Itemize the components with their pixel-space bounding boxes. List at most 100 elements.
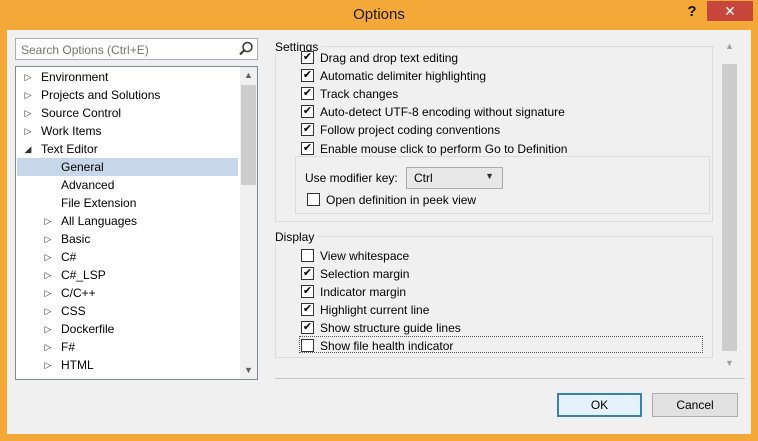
- checkbox-label: Auto-detect UTF-8 encoding without signa…: [320, 105, 565, 119]
- tree-item[interactable]: ▷ C#_LSP: [17, 266, 238, 284]
- tree-item-label: Dockerfile: [61, 322, 115, 336]
- tree-item[interactable]: ▷ F#: [17, 338, 238, 356]
- chevron-up-icon[interactable]: ▲: [721, 38, 738, 55]
- peek-view-checkbox[interactable]: [307, 193, 320, 206]
- tree-item-label: F#: [61, 340, 76, 354]
- checkbox-label: View whitespace: [320, 249, 410, 263]
- cancel-button[interactable]: Cancel: [652, 393, 738, 417]
- tree-item[interactable]: File Extension: [17, 194, 238, 212]
- checkbox-checked[interactable]: ✔: [301, 105, 314, 118]
- close-button[interactable]: ✕: [707, 1, 753, 21]
- chevron-expanded-icon[interactable]: ◢: [23, 140, 33, 158]
- checkbox-label: Indicator margin: [320, 285, 407, 299]
- chevron-down-icon[interactable]: ▼: [240, 362, 257, 379]
- dialog-client: ▷ Environment ▷ Projects and Solutions ▷ Sour…: [7, 30, 751, 434]
- help-button[interactable]: ?: [684, 3, 700, 23]
- checkbox-label: Selection margin: [320, 267, 410, 281]
- chevron-right-icon[interactable]: ▷: [43, 338, 53, 356]
- checkbox-checked[interactable]: ✔: [301, 285, 314, 298]
- chevron-right-icon[interactable]: ▷: [23, 122, 33, 140]
- search-icon[interactable]: [237, 40, 255, 58]
- search-box[interactable]: [15, 38, 258, 60]
- checkbox-checked[interactable]: ✔: [301, 267, 314, 280]
- tree-item[interactable]: ▷ Environment: [17, 68, 238, 86]
- chevron-down-icon: ▼: [485, 171, 494, 181]
- tree-item[interactable]: ▷ CSS: [17, 302, 238, 320]
- tree-item-label: Text Editor: [41, 142, 98, 156]
- checkbox-label: Automatic delimiter highlighting: [320, 69, 487, 83]
- checkbox-checked[interactable]: ✔: [301, 123, 314, 136]
- window-title: Options: [353, 6, 405, 23]
- checkbox-checked[interactable]: ✔: [301, 69, 314, 82]
- settings-pane: Settings ✔ Drag and drop text editing ✔ Aut…: [275, 38, 745, 380]
- tree-item[interactable]: ▷ C/C++: [17, 284, 238, 302]
- modifier-key-label: Use modifier key:: [305, 171, 398, 185]
- tree-item-label: HTML: [61, 358, 94, 372]
- tree-item-label: All Languages: [61, 214, 138, 228]
- chevron-right-icon[interactable]: ▷: [43, 248, 53, 266]
- peek-view-label: Open definition in peek view: [326, 193, 477, 207]
- chevron-right-icon[interactable]: ▷: [43, 212, 53, 230]
- display-group-title: Display: [275, 230, 318, 244]
- tree-item-label: CSS: [61, 304, 86, 318]
- checkbox-label: Follow project coding conventions: [320, 123, 501, 137]
- tree-item[interactable]: ▷ C#: [17, 248, 238, 266]
- ok-button[interactable]: OK: [557, 393, 642, 417]
- tree-item-label: Source Control: [41, 106, 122, 120]
- checkbox-checked[interactable]: ✔: [301, 142, 314, 155]
- checkbox-label: Highlight current line: [320, 303, 430, 317]
- chevron-right-icon[interactable]: ▷: [43, 320, 53, 338]
- tree-item[interactable]: ▷ HTML: [17, 356, 238, 374]
- checkbox-checked[interactable]: ✔: [301, 51, 314, 64]
- tree-scrollbar[interactable]: ▲ ▼: [240, 67, 257, 379]
- title-bar[interactable]: Options ? ✕: [0, 0, 758, 30]
- tree-item-label: File Extension: [61, 196, 137, 210]
- chevron-right-icon[interactable]: ▷: [43, 284, 53, 302]
- chevron-right-icon[interactable]: ▷: [43, 266, 53, 284]
- tree-item[interactable]: Advanced: [17, 176, 238, 194]
- tree-item[interactable]: ▷ Source Control: [17, 104, 238, 122]
- tree-item[interactable]: General: [17, 158, 238, 176]
- tree-item-label: General: [61, 160, 104, 174]
- tree-scroll-thumb[interactable]: [241, 85, 256, 185]
- tree-item[interactable]: ▷ Dockerfile: [17, 320, 238, 338]
- tree-item[interactable]: ▷ All Languages: [17, 212, 238, 230]
- settings-scrollbar[interactable]: ▲ ▼: [721, 38, 738, 372]
- tree-item[interactable]: ▷ Work Items: [17, 122, 238, 140]
- options-tree[interactable]: ▷ Environment ▷ Projects and Solutions ▷ Sour…: [15, 66, 258, 380]
- checkbox-unchecked[interactable]: [301, 249, 314, 262]
- settings-scroll-thumb[interactable]: [722, 64, 737, 351]
- settings-group-title: Settings: [275, 40, 322, 54]
- tree-item-label: Projects and Solutions: [41, 88, 161, 102]
- search-input[interactable]: [19, 41, 233, 59]
- chevron-right-icon[interactable]: ▷: [43, 302, 53, 320]
- tree-item-label: C#_LSP: [61, 268, 106, 282]
- checkbox-label: Drag and drop text editing: [320, 51, 459, 65]
- tree-item[interactable]: ▷ Basic: [17, 230, 238, 248]
- tree-item[interactable]: ◢ Text Editor: [17, 140, 238, 158]
- chevron-right-icon[interactable]: ▷: [23, 104, 33, 122]
- chevron-right-icon[interactable]: ▷: [43, 356, 53, 374]
- tree-item-label: C#: [61, 250, 77, 264]
- tree-item-label: Basic: [61, 232, 91, 246]
- tree-item-label: Advanced: [61, 178, 115, 192]
- chevron-right-icon[interactable]: ▷: [23, 86, 33, 104]
- checkbox-checked[interactable]: ✔: [301, 303, 314, 316]
- footer-divider: [275, 378, 745, 379]
- chevron-down-icon[interactable]: ▼: [721, 355, 738, 372]
- focus-rectangle: [299, 336, 703, 353]
- tree-item-label: Environment: [41, 70, 109, 84]
- checkbox-label: Show structure guide lines: [320, 321, 461, 335]
- tree-item-label: Work Items: [41, 124, 102, 138]
- chevron-up-icon[interactable]: ▲: [240, 67, 257, 84]
- tree-item[interactable]: ▷ Projects and Solutions: [17, 86, 238, 104]
- checkbox-checked[interactable]: ✔: [301, 87, 314, 100]
- modifier-key-value: Ctrl: [414, 171, 433, 185]
- options-window: Options ? ✕ ▷ Environment ▷ Projects and So…: [0, 0, 758, 441]
- chevron-right-icon[interactable]: ▷: [43, 230, 53, 248]
- modifier-key-select[interactable]: Ctrl ▼: [406, 167, 503, 189]
- chevron-right-icon[interactable]: ▷: [23, 68, 33, 86]
- checkbox-label: Track changes: [320, 87, 399, 101]
- tree-item-label: C/C++: [61, 286, 96, 300]
- checkbox-checked[interactable]: ✔: [301, 321, 314, 334]
